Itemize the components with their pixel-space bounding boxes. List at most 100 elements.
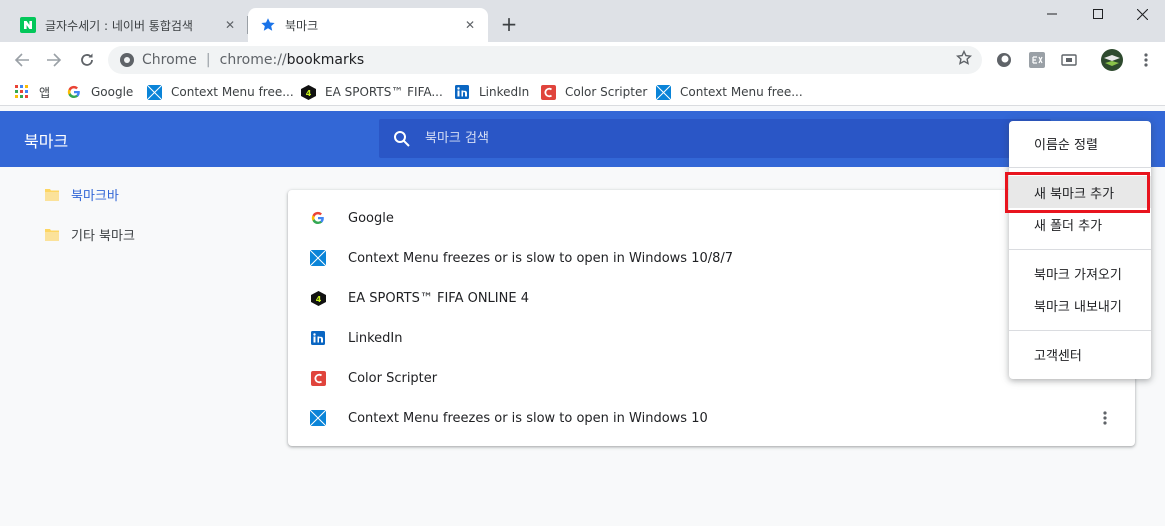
bookmark-star-button[interactable]	[955, 49, 973, 70]
bookmark-bar-item-context-menu[interactable]: Context Menu free...	[146, 83, 294, 101]
sidebar-item-bookmarks-bar[interactable]: 북마크바	[44, 183, 119, 205]
apps-grid-icon	[14, 84, 30, 100]
bookmark-bar-label: Context Menu free...	[680, 85, 803, 99]
bookmark-bar-label: LinkedIn	[479, 85, 530, 99]
extension-record-icon[interactable]	[996, 52, 1012, 68]
vertical-dots-icon	[1103, 411, 1107, 425]
bookmark-bar-label: Color Scripter	[565, 85, 648, 99]
organize-menu: 이름순 정렬 새 북마크 추가 새 폴더 추가 북마크 가져오기 북마크 내보내…	[1009, 121, 1151, 379]
tab-close-button[interactable]: ✕	[462, 17, 478, 33]
bookmark-title: Context Menu freezes or is slow to open …	[348, 250, 734, 266]
new-tab-button[interactable]: +	[498, 13, 520, 35]
windows-icon	[146, 84, 162, 100]
menu-item-sort-by-name[interactable]: 이름순 정렬	[1009, 127, 1151, 159]
bookmark-title: Context Menu freezes or is slow to open …	[348, 410, 708, 426]
bookmark-title: Google	[348, 210, 394, 226]
menu-item-help-center[interactable]: 고객센터	[1009, 338, 1151, 370]
bookmark-bar-item-apps[interactable]: 앱	[14, 83, 50, 101]
bookmark-row[interactable]: 4 EA SPORTS™ FIFA ONLINE 4	[288, 278, 1135, 318]
bookmarks-header: 북마크	[0, 111, 1165, 167]
search-box[interactable]	[379, 119, 1051, 158]
chip-separator: |	[205, 52, 211, 68]
windows-icon	[310, 250, 326, 266]
origin-chip: Chrome	[142, 52, 197, 68]
page-title: 북마크	[24, 132, 69, 151]
menu-item-import-bookmarks[interactable]: 북마크 가져오기	[1009, 257, 1151, 289]
linkedin-icon	[454, 84, 470, 100]
back-arrow-icon	[14, 53, 29, 67]
bookmark-bar-item-context-menu-2[interactable]: Context Menu free...	[655, 83, 803, 101]
minimize-button[interactable]	[1029, 0, 1075, 28]
address-bar[interactable]: Chrome | chrome://bookmarks	[108, 46, 982, 74]
bookmark-bar-item-color-scripter[interactable]: Color Scripter	[540, 83, 647, 101]
tab-bookmarks[interactable]: 북마크 ✕	[248, 8, 488, 42]
tab-strip: 글자수세기 : 네이버 통합검색 ✕ 북마크 ✕ +	[0, 0, 1165, 42]
bookmark-bar-item-fifa[interactable]: 4 EA SPORTS™ FIFA...	[300, 83, 443, 101]
extension-ex-icon[interactable]	[1029, 52, 1045, 68]
svg-text:4: 4	[305, 89, 311, 98]
color-scripter-icon	[540, 84, 556, 100]
folder-icon	[44, 187, 60, 201]
reload-icon	[81, 53, 93, 66]
forward-button[interactable]	[42, 48, 66, 72]
star-outline-icon	[955, 49, 973, 65]
linkedin-icon	[310, 330, 326, 346]
avatar[interactable]	[1101, 49, 1123, 71]
chrome-page-icon	[120, 53, 134, 67]
window-close-button[interactable]	[1119, 0, 1165, 28]
bookmark-row[interactable]: Context Menu freezes or is slow to open …	[288, 238, 1135, 278]
vertical-dots-icon	[1144, 53, 1148, 67]
windows-icon	[655, 84, 671, 100]
chrome-menu-button[interactable]	[1134, 48, 1158, 72]
bookmark-bar-item-google[interactable]: Google	[66, 83, 133, 101]
maximize-icon	[1093, 9, 1103, 19]
star-icon	[260, 17, 276, 33]
bookmark-title: Color Scripter	[348, 370, 438, 386]
sidebar-item-label: 기타 북마크	[71, 228, 135, 244]
reload-button[interactable]	[75, 48, 99, 72]
menu-divider	[1009, 249, 1151, 250]
naver-icon	[20, 17, 36, 33]
bookmark-title: EA SPORTS™ FIFA ONLINE 4	[348, 290, 529, 306]
toolbar: Chrome | chrome://bookmarks	[0, 42, 1165, 78]
menu-divider	[1009, 330, 1151, 331]
windows-icon	[310, 410, 326, 426]
tab-close-button[interactable]: ✕	[222, 17, 238, 33]
fifa-icon: 4	[310, 290, 326, 306]
url-scheme: chrome://	[219, 52, 287, 68]
extension-cast-icon[interactable]	[1061, 52, 1077, 68]
folder-icon	[44, 227, 60, 241]
tab-title: 글자수세기 : 네이버 통합검색	[45, 18, 193, 33]
menu-item-export-bookmarks[interactable]: 북마크 내보내기	[1009, 289, 1151, 321]
bookmark-bar-label: EA SPORTS™ FIFA...	[325, 85, 443, 99]
bookmarks-bar: 앱 Google Context Menu free... 4 EA SPORT…	[0, 78, 1165, 106]
bookmark-title: LinkedIn	[348, 330, 403, 346]
sidebar-item-label: 북마크바	[71, 188, 119, 204]
search-icon	[394, 130, 410, 147]
tab-naver-search[interactable]: 글자수세기 : 네이버 통합검색 ✕	[8, 8, 248, 42]
close-icon	[1136, 8, 1148, 20]
url-host: bookmarks	[286, 52, 365, 68]
search-input[interactable]	[425, 131, 925, 146]
svg-text:4: 4	[315, 295, 321, 304]
highlight-box	[1005, 172, 1150, 213]
more-actions-button[interactable]	[1097, 410, 1113, 426]
bookmark-bar-label: Google	[91, 85, 134, 99]
minimize-icon	[1047, 13, 1057, 15]
fifa-icon: 4	[300, 84, 316, 100]
sidebar-item-other-bookmarks[interactable]: 기타 북마크	[44, 223, 135, 245]
menu-divider	[1009, 167, 1151, 168]
bookmark-bar-item-linkedin[interactable]: LinkedIn	[454, 83, 529, 101]
bookmark-bar-label: Context Menu free...	[171, 85, 294, 99]
back-button[interactable]	[10, 48, 34, 72]
bookmark-list: Google Context Menu freezes or is slow t…	[288, 190, 1135, 446]
google-icon	[310, 210, 326, 226]
maximize-button[interactable]	[1075, 0, 1121, 28]
tab-title: 북마크	[285, 18, 319, 33]
bookmark-row[interactable]: LinkedIn	[288, 318, 1135, 358]
bookmark-row[interactable]: Color Scripter	[288, 358, 1135, 398]
forward-arrow-icon	[47, 53, 62, 67]
google-icon	[66, 84, 82, 100]
bookmark-row[interactable]: Context Menu freezes or is slow to open …	[288, 398, 1135, 438]
color-scripter-icon	[310, 370, 326, 386]
